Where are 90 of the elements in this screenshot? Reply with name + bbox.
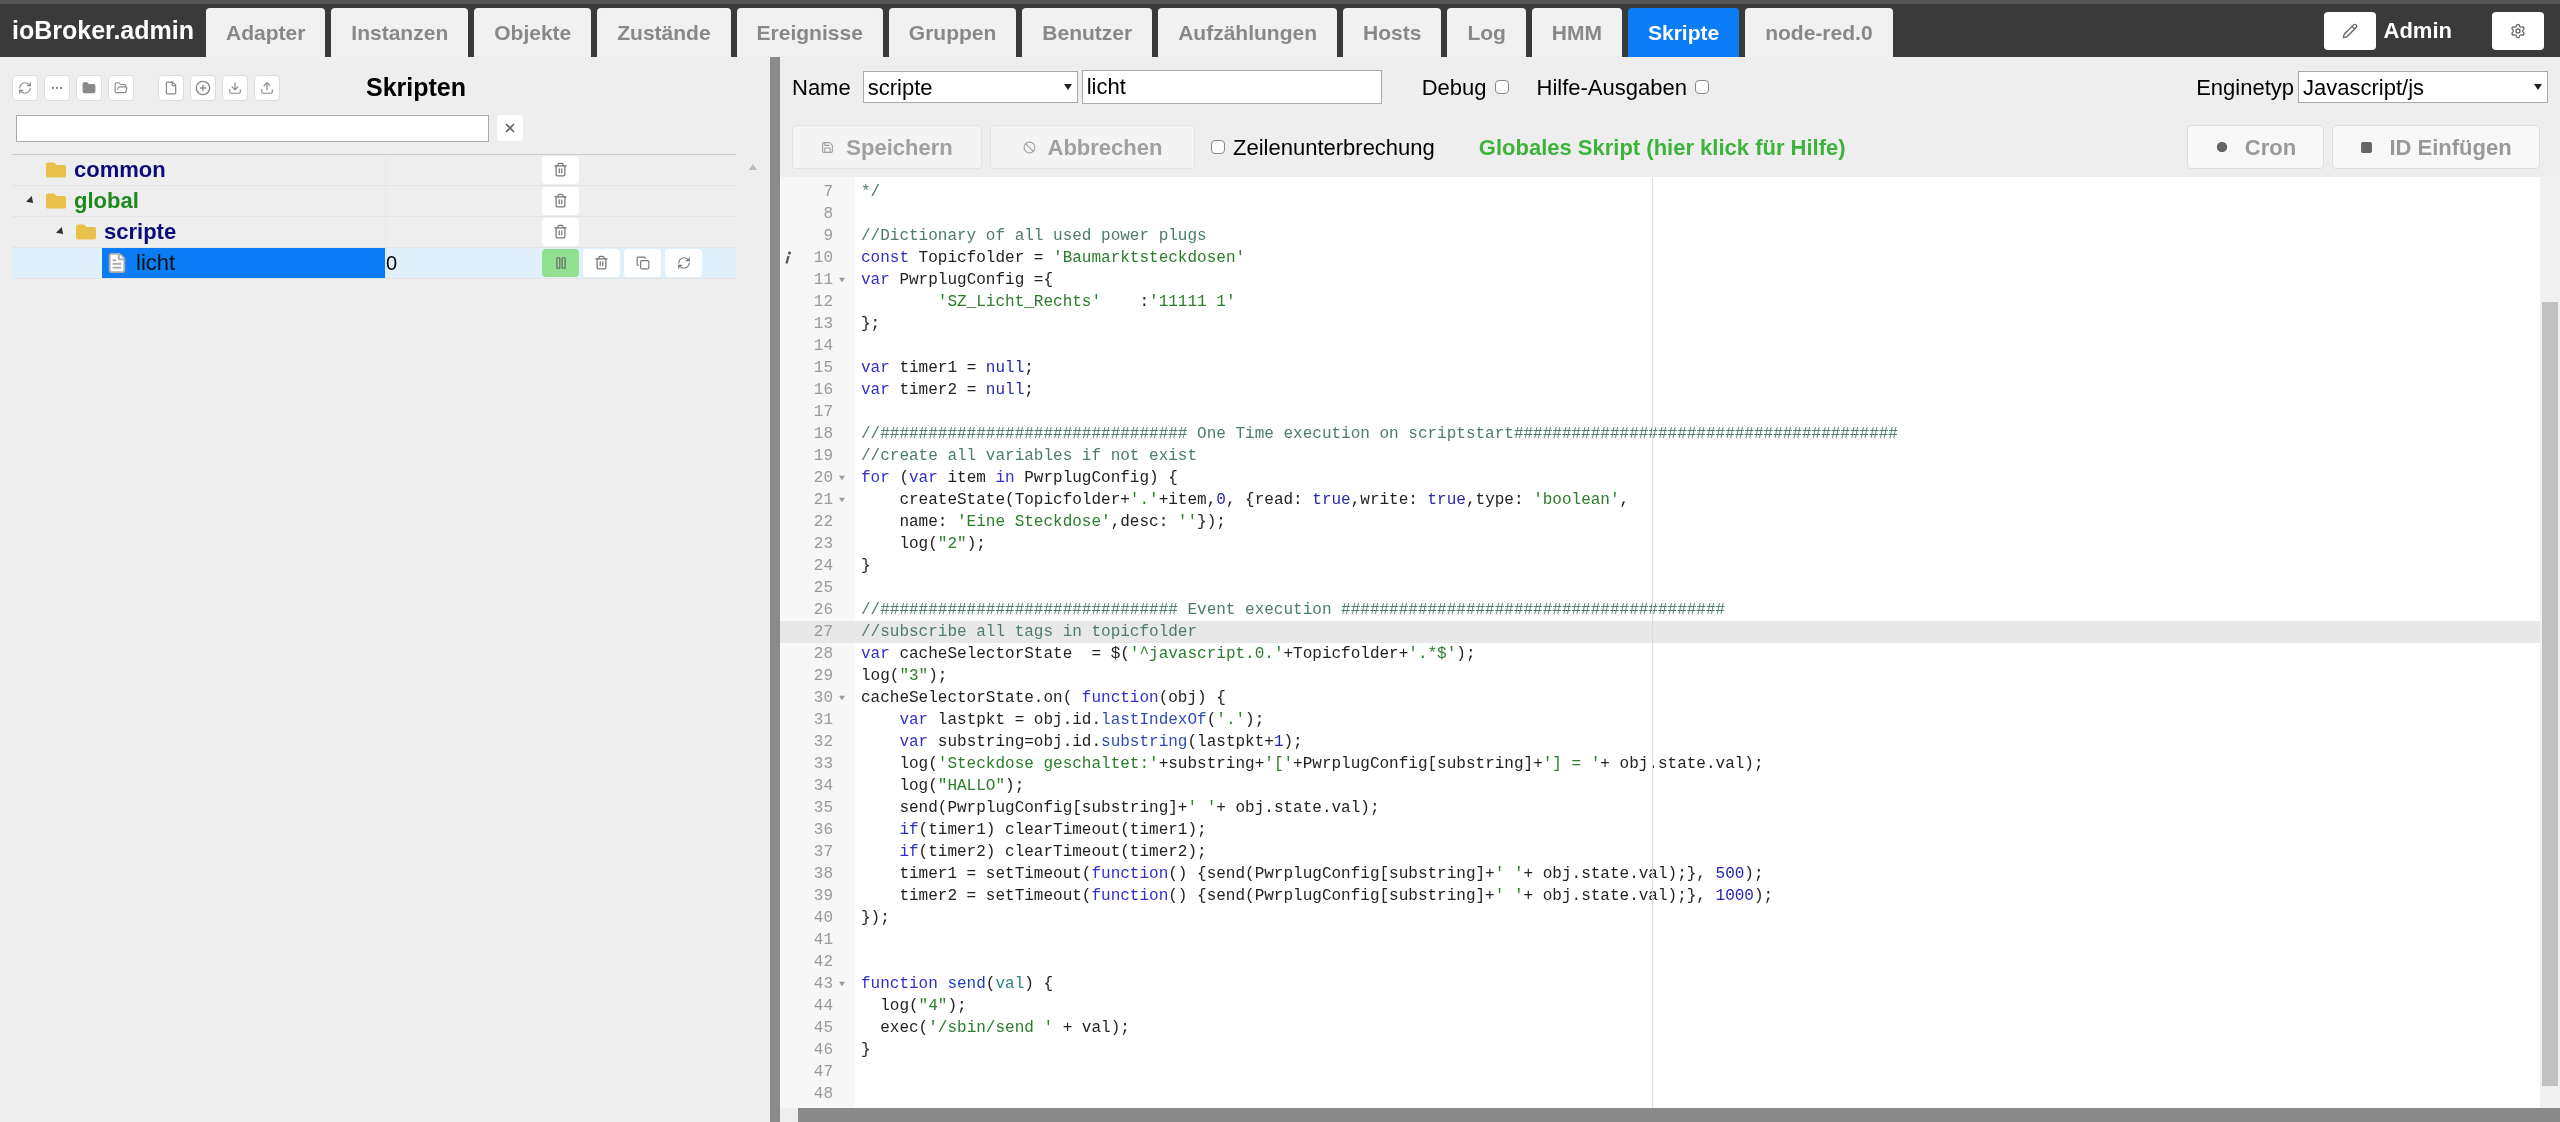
panel-title: Skripten (366, 72, 467, 103)
file-icon (164, 80, 178, 95)
app-title: ioBroker.admin (11, 14, 195, 46)
line-wrap-label: Zeilenunterbrechung (1233, 133, 1435, 162)
user-name: Admin (2383, 17, 2452, 45)
pause-button[interactable] (542, 248, 579, 277)
nav-tab[interactable]: Skripte (1628, 8, 1740, 57)
checkbox[interactable] (1211, 140, 1225, 154)
upload-icon (260, 80, 274, 95)
nav-tab[interactable]: Instanzen (331, 8, 469, 57)
open-folder-icon (114, 80, 128, 95)
pencil-icon (2341, 22, 2358, 39)
fold-icon[interactable] (838, 980, 846, 988)
square-icon (2360, 140, 2374, 154)
nav-tab[interactable]: Adapter (206, 8, 326, 57)
trash-icon (553, 193, 568, 208)
fold-icon[interactable] (838, 276, 846, 284)
code-editor[interactable] (780, 177, 2540, 1108)
refresh-icon (676, 255, 691, 270)
close-icon (503, 121, 517, 135)
caret-icon (2533, 82, 2543, 92)
nav-tab[interactable]: Log (1447, 8, 1526, 57)
engine-select[interactable]: Javascript/js (2298, 71, 2548, 103)
clock-icon (2214, 140, 2229, 154)
nav-tab[interactable]: Aufzählungen (1158, 8, 1337, 57)
fold-icon[interactable] (838, 474, 846, 482)
help-output-label: Hilfe-Ausgaben (1536, 73, 1687, 102)
horizontal-scrollbar[interactable] (798, 1108, 2560, 1122)
tree-row[interactable]: common (12, 154, 736, 186)
download-icon (228, 80, 242, 95)
checkbox[interactable] (1494, 80, 1509, 94)
insert-id-button[interactable]: ID Einfügen (2332, 125, 2540, 169)
copy-button[interactable] (624, 248, 661, 277)
fold-icon[interactable] (838, 694, 846, 702)
trash-icon (553, 162, 568, 177)
checkbox[interactable] (1694, 80, 1709, 94)
trash-icon (594, 255, 609, 270)
edit-button[interactable] (2323, 11, 2376, 50)
engine-label: Enginetyp (2196, 73, 2294, 102)
plus-icon (195, 79, 211, 96)
script-value: 0 (386, 250, 398, 276)
refresh-button[interactable] (12, 74, 38, 101)
line-number: 27 (780, 621, 855, 643)
folder-select[interactable]: scripte (862, 71, 1078, 103)
nav-tab[interactable]: Gruppen (888, 8, 1017, 57)
caret-icon (1062, 82, 1073, 92)
tree-row[interactable]: scripte (12, 216, 736, 248)
nav-tab[interactable]: Zustände (597, 8, 731, 57)
folder-icon (82, 80, 96, 95)
trash-icon (553, 224, 568, 239)
settings-icon (2510, 22, 2526, 39)
help-link[interactable]: Globales Skript (hier klick für Hilfe) (1478, 130, 1846, 164)
folder-name: global (74, 187, 139, 215)
save-icon (821, 140, 835, 154)
file-icon (106, 251, 128, 274)
open-folder-button[interactable] (108, 74, 134, 101)
nav-tab[interactable]: Ereignisse (736, 8, 883, 57)
tree-row[interactable]: global (12, 185, 736, 217)
add-button[interactable] (190, 74, 216, 101)
delete-button[interactable] (542, 186, 579, 215)
folder-button[interactable] (76, 74, 102, 101)
scrollbar-thumb[interactable] (2542, 302, 2558, 1086)
name-label: Name (792, 73, 851, 102)
nav-tab[interactable]: Benutzer (1022, 8, 1153, 57)
import-button[interactable] (222, 74, 248, 101)
script-name: licht (136, 249, 176, 277)
delete-button[interactable] (583, 248, 620, 277)
nav-tab[interactable]: HMM (1531, 8, 1622, 57)
pause-icon (553, 255, 568, 270)
nav-tab[interactable]: node-red.0 (1745, 8, 1893, 57)
nav-tab[interactable]: Hosts (1343, 8, 1442, 57)
delete-button[interactable] (542, 217, 579, 246)
debug-label: Debug (1421, 73, 1487, 102)
search-field[interactable] (16, 114, 489, 142)
export-button[interactable] (254, 74, 280, 101)
settings-button[interactable] (2492, 11, 2544, 50)
cron-button[interactable]: Cron (2187, 125, 2324, 169)
copy-icon (635, 255, 650, 270)
cancel-icon (1022, 140, 1036, 154)
folder-name: scripte (104, 218, 177, 246)
restart-button[interactable] (665, 248, 702, 277)
refresh-icon (18, 80, 32, 95)
name-field[interactable]: licht (1081, 70, 1382, 104)
clear-button[interactable] (497, 115, 523, 141)
nav-tab[interactable]: Objekte (474, 8, 592, 57)
new-file-button[interactable] (158, 74, 184, 101)
tree-row[interactable]: licht 0 (12, 247, 736, 279)
folder-name: common (74, 156, 166, 184)
fold-icon[interactable] (838, 496, 846, 504)
delete-button[interactable] (542, 155, 579, 184)
